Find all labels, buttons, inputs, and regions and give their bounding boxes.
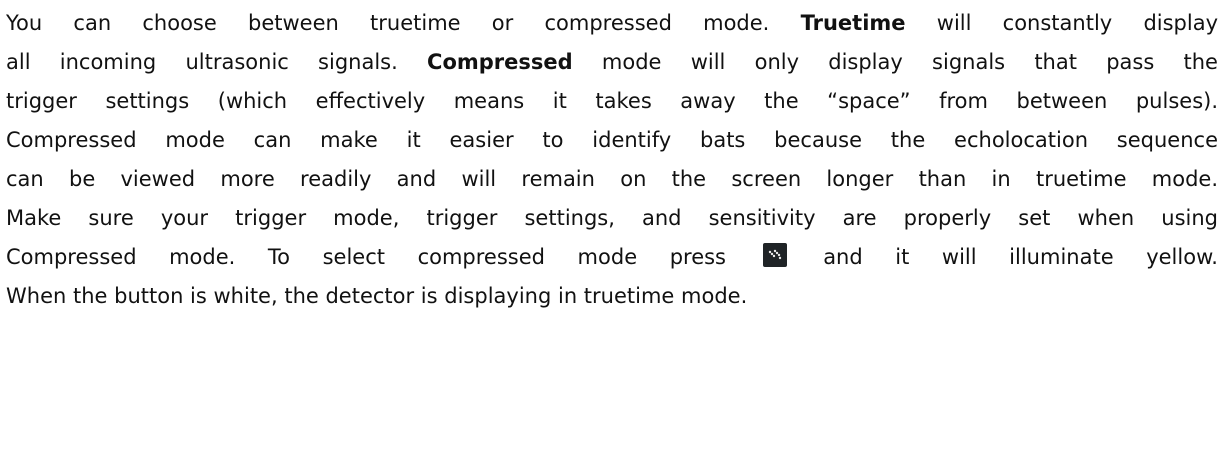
truetime-term: Truetime <box>800 11 906 35</box>
line7-post: and it will illuminate yellow. <box>823 245 1218 269</box>
line2-post: mode will only display signals that pass… <box>601 50 1218 74</box>
line1-post: will constantly display <box>936 11 1219 35</box>
paragraph-line-4: Compressed mode can make it easier to id… <box>6 128 1218 152</box>
compressed-term: Compressed <box>427 50 573 74</box>
compressed-mode-icon <box>762 243 787 267</box>
line2-pre: all incoming ultrasonic signals. <box>6 50 398 74</box>
instruction-paragraph: You can choose between truetime or compr… <box>6 4 1218 316</box>
line7-pre: Compressed mode. To select compressed mo… <box>6 245 726 269</box>
paragraph-line-7: Compressed mode. To select compressed mo… <box>6 238 1218 277</box>
paragraph-line-1: You can choose between truetime or compr… <box>6 4 1218 43</box>
paragraph-line-3: trigger settings (which effectively mean… <box>6 89 1218 113</box>
paragraph-line-6: Make sure your trigger mode, trigger set… <box>6 206 1218 230</box>
paragraph-line-8: When the button is white, the detector i… <box>6 284 748 308</box>
paragraph-line-5: can be viewed more readily and will rema… <box>6 167 1218 191</box>
line1-pre: You can choose between truetime or compr… <box>6 11 770 35</box>
paragraph-line-2: all incoming ultrasonic signals. Compres… <box>6 43 1218 82</box>
